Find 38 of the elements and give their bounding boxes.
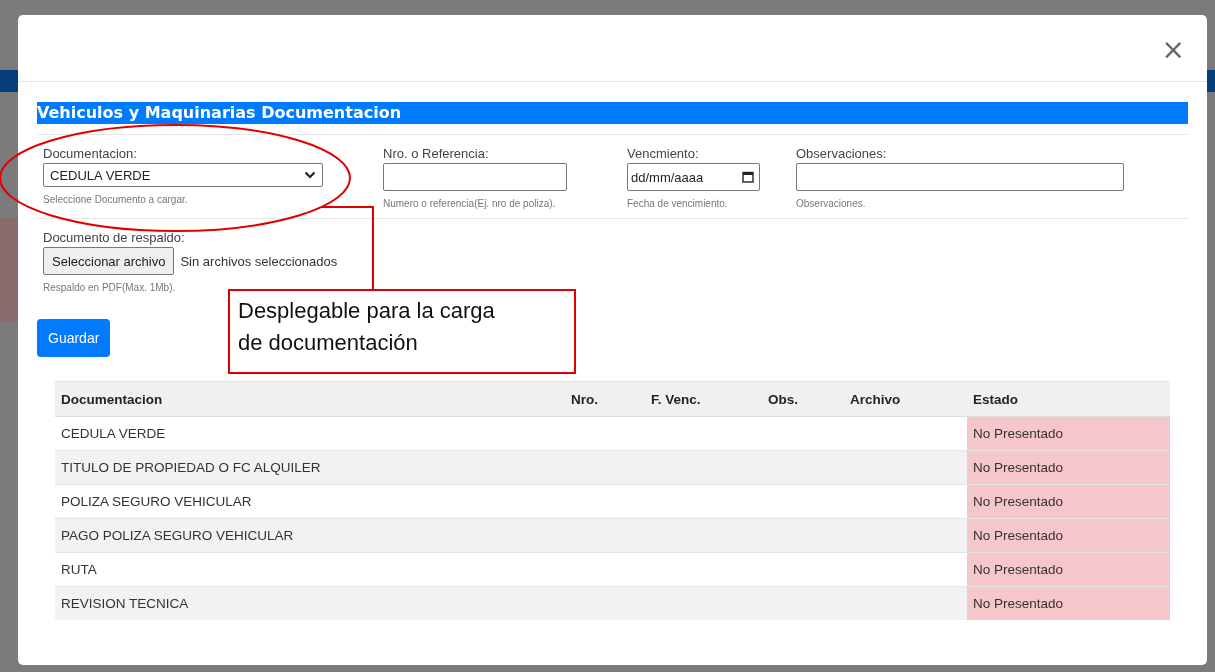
help-text: Fecha de vencimiento. [627, 198, 729, 209]
field-label: Observaciones: [796, 145, 888, 163]
dropdown-field[interactable]: CEDULA VERDE [43, 163, 323, 187]
table-cell: PAGO POLIZA SEGURO VEHICULAR [55, 518, 565, 553]
table-cell: REVISION TECNICA [55, 586, 565, 620]
calendar-icon [742, 171, 754, 183]
page-header-bar [1207, 70, 1215, 92]
column-header: Documentacion [55, 381, 565, 417]
help-text: Seleccione Documento a cargar. [43, 194, 189, 205]
column-header: Nro. [565, 381, 645, 417]
column-header: Estado [967, 381, 1170, 417]
close-button[interactable]: × [1159, 36, 1187, 64]
help-text: Observaciones. [796, 198, 867, 209]
status-cell: No Presentado [967, 450, 1170, 485]
help-text: Numero o referencia(Ej. nro de poliza). [383, 198, 557, 209]
column-header: F. Venc. [645, 381, 762, 417]
status-cell: No Presentado [967, 416, 1170, 451]
field-label: Vencmiento: [627, 145, 700, 163]
page-header-bar [0, 70, 18, 92]
field-label: Documentacion: [43, 145, 138, 163]
field-label: Documento de respaldo: [43, 229, 186, 247]
save-button[interactable]: Guardar [37, 319, 111, 357]
status-cell: No Presentado [967, 552, 1170, 587]
input-field[interactable] [796, 163, 1124, 191]
field-label: Nro. o Referencia: [383, 145, 490, 163]
table-cell: TITULO DE PROPIEDAD O FC ALQUILER [55, 450, 565, 485]
date-field[interactable]: dd/mm/aaaa [627, 163, 760, 191]
input-field[interactable] [383, 163, 567, 191]
column-header: Obs. [762, 381, 844, 417]
file-status: Sin archivos seleccionados [180, 253, 338, 269]
status-cell: No Presentado [967, 586, 1170, 620]
status-cell: No Presentado [967, 518, 1170, 553]
caret-icon [304, 171, 316, 179]
annotation-callout: Desplegable para la carga de documentación [228, 289, 576, 374]
status-cell: No Presentado [967, 484, 1170, 519]
file-select-button[interactable]: Seleccionar archivo [43, 247, 175, 275]
column-header: Archivo [844, 381, 967, 417]
help-text: Respaldo en PDF(Max. 1Mb). [43, 282, 177, 293]
